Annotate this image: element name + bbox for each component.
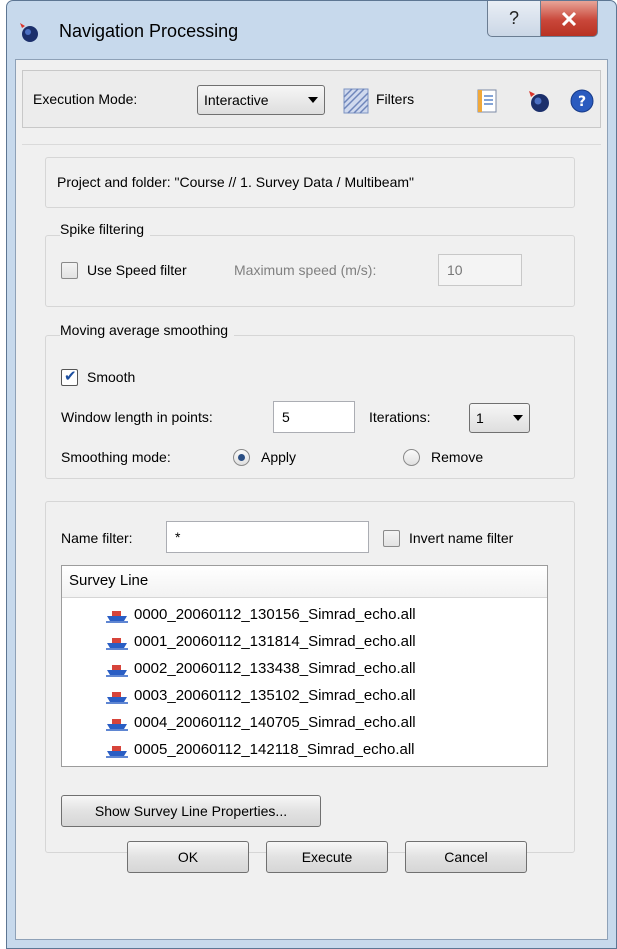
survey-line-name: 0000_20060112_130156_Simrad_echo.all	[134, 606, 416, 623]
apply-radio[interactable]	[233, 449, 250, 466]
app-icon	[20, 23, 38, 42]
name-filter-input[interactable]: *	[166, 521, 369, 553]
filters-label[interactable]: Filters	[376, 91, 414, 107]
survey-line-list[interactable]: Survey Line 0000_20060112_130156_Simrad_…	[61, 565, 548, 767]
help-icon[interactable]: ?	[569, 88, 595, 114]
invert-name-filter-label[interactable]: Invert name filter	[409, 530, 513, 546]
survey-line-icon	[106, 638, 128, 650]
execution-mode-value: Interactive	[204, 92, 269, 108]
app-icon[interactable]	[526, 88, 552, 114]
chevron-down-icon	[308, 97, 318, 103]
smooth-label[interactable]: Smooth	[87, 369, 135, 385]
smooth-checkbox[interactable]	[61, 367, 78, 386]
toolbar: Execution Mode: Interactive Filters ?	[22, 70, 601, 128]
use-speed-filter-label[interactable]: Use Speed filter	[87, 262, 187, 278]
window-help-button[interactable]: ?	[487, 1, 541, 37]
window-title: Navigation Processing	[59, 21, 239, 41]
survey-line-name: 0002_20060112_133438_Simrad_echo.all	[134, 660, 416, 677]
survey-line-name: 0001_20060112_131814_Simrad_echo.all	[134, 633, 416, 650]
svg-text:?: ?	[578, 94, 586, 110]
survey-line-name: 0005_20060112_142118_Simrad_echo.all	[134, 741, 415, 758]
main-group: Project and folder: "Course // 1. Survey…	[22, 144, 601, 930]
show-survey-line-properties-button[interactable]: Show Survey Line Properties...	[61, 795, 321, 827]
remove-radio[interactable]	[403, 449, 420, 466]
chevron-down-icon	[513, 415, 523, 421]
project-panel: Project and folder: "Course // 1. Survey…	[45, 157, 575, 208]
execution-mode-label: Execution Mode:	[33, 91, 138, 107]
survey-line-name: 0003_20060112_135102_Simrad_echo.all	[134, 687, 416, 704]
notes-icon[interactable]	[474, 88, 500, 114]
survey-line-name: 0004_20060112_140705_Simrad_echo.all	[134, 714, 416, 731]
iterations-value: 1	[476, 410, 484, 426]
iterations-label: Iterations:	[369, 409, 431, 425]
ok-button[interactable]: OK	[127, 841, 249, 873]
title-bar[interactable]: Navigation Processing ?	[7, 1, 616, 57]
filters-icon[interactable]	[343, 88, 369, 114]
spike-filtering-group: Spike filtering Use Speed filter Maximum…	[45, 221, 575, 307]
survey-line-icon	[106, 746, 128, 758]
execution-mode-select[interactable]: Interactive	[197, 85, 325, 115]
survey-line-icon	[106, 692, 128, 704]
smoothing-legend: Moving average smoothing	[60, 322, 235, 338]
smoothing-group: Moving average smoothing Smooth Window l…	[45, 322, 575, 479]
cancel-button[interactable]: Cancel	[405, 841, 527, 873]
invert-name-filter-checkbox[interactable]	[383, 530, 400, 547]
survey-line-column-header[interactable]: Survey Line	[62, 566, 547, 598]
window-length-input[interactable]: 5	[273, 401, 355, 433]
project-folder-label: Project and folder: "Course // 1. Survey…	[57, 174, 414, 190]
window-close-button[interactable]	[540, 1, 598, 37]
remove-label[interactable]: Remove	[431, 449, 483, 465]
close-icon	[561, 11, 577, 26]
max-speed-input[interactable]: 10	[438, 254, 522, 286]
survey-lines-group: Name filter: * Invert name filter Survey…	[45, 501, 575, 853]
survey-line-icon	[106, 665, 128, 677]
max-speed-label: Maximum speed (m/s):	[234, 262, 377, 278]
execute-button[interactable]: Execute	[266, 841, 388, 873]
spike-filtering-legend: Spike filtering	[60, 221, 151, 237]
survey-line-icon	[106, 611, 128, 623]
survey-line-icon	[106, 719, 128, 731]
name-filter-label: Name filter:	[61, 530, 133, 546]
apply-label[interactable]: Apply	[261, 449, 296, 465]
smoothing-mode-label: Smoothing mode:	[61, 449, 171, 465]
dialog-client: Execution Mode: Interactive Filters ? Pr…	[15, 59, 608, 940]
iterations-select[interactable]: 1	[469, 403, 530, 433]
dialog-window: Navigation Processing ? Execution Mode: …	[6, 0, 617, 949]
use-speed-filter-checkbox[interactable]	[61, 262, 78, 279]
window-length-label: Window length in points:	[61, 409, 213, 425]
